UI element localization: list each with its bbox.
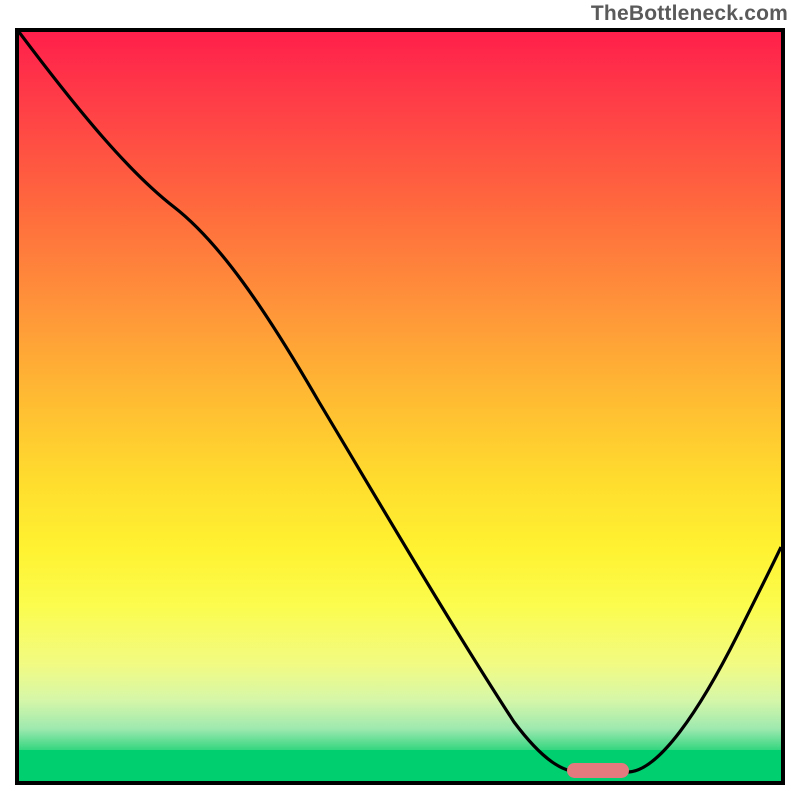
watermark-text: TheBottleneck.com xyxy=(591,2,788,26)
chart-background-gradient xyxy=(19,32,781,750)
chart-frame xyxy=(15,28,785,785)
optimal-range-marker xyxy=(567,763,629,778)
